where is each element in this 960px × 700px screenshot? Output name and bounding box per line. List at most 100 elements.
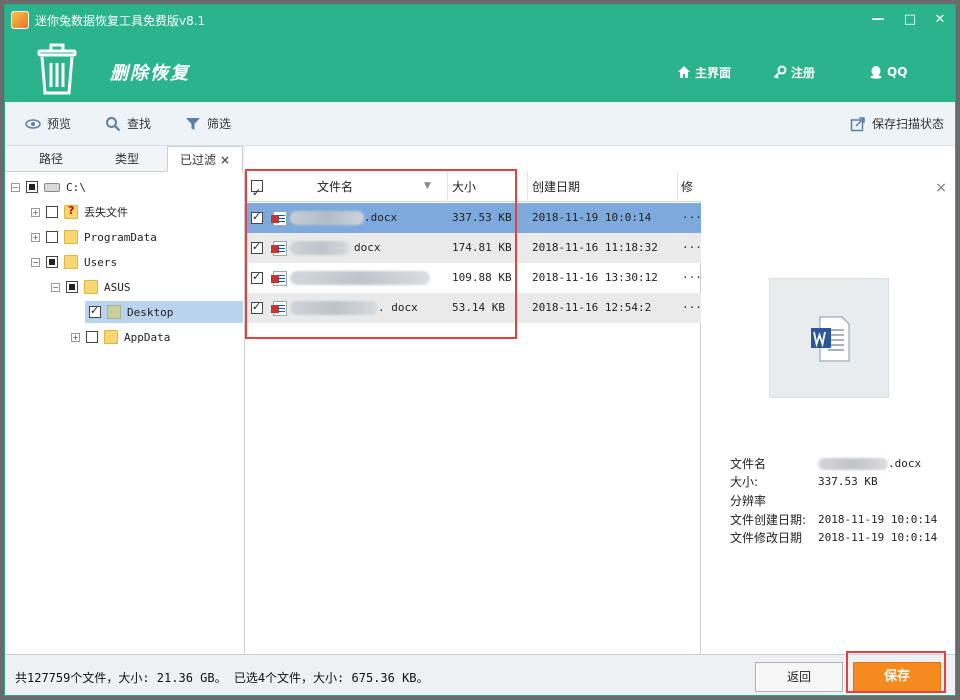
tab-bar: 路径 类型 已过滤 × (5, 146, 245, 172)
row-checkbox[interactable] (251, 300, 263, 314)
tab-path[interactable]: 路径 (13, 146, 89, 172)
tab-close-icon[interactable]: × (220, 153, 230, 167)
col-modified-label: 修 (681, 180, 694, 194)
table-row[interactable]: 109.88 KB 2018-11-16 13:30:12 ··· (246, 263, 702, 293)
tree-label: 丢失文件 (84, 206, 128, 219)
preview-button[interactable]: 预览 (25, 115, 71, 132)
row-checkbox[interactable] (251, 270, 263, 284)
info-resolution-label: 分辨率 (730, 494, 767, 508)
word-document-icon (811, 316, 850, 362)
search-icon (106, 116, 121, 131)
page-title: 删除恢复 (110, 63, 190, 84)
info-modified-value: 2018-11-19 10:0:14 (818, 531, 938, 544)
col-name[interactable]: 文件名 ▼ (246, 171, 448, 208)
redacted-filename (290, 211, 364, 225)
tree-label: AppData (124, 330, 171, 344)
tab-filtered[interactable]: 已过滤 × (167, 146, 243, 172)
info-modified: 文件修改日期 2018-11-19 10:0:14 (730, 529, 937, 547)
row-more[interactable]: ··· (682, 233, 702, 263)
col-modified[interactable]: 修 (678, 172, 701, 202)
tree-checkbox[interactable] (86, 331, 98, 343)
expand-icon[interactable]: + (71, 332, 80, 342)
preview-close-icon[interactable]: × (935, 180, 947, 196)
tree-node-lost-files[interactable]: + ? 丢失文件 (31, 201, 128, 223)
nav-qq[interactable]: QQ (869, 63, 907, 81)
nav-register[interactable]: 注册 (773, 63, 815, 81)
info-size-label: 大小: (730, 475, 759, 489)
tree-label: ProgramData (84, 230, 157, 244)
redacted-filename (290, 241, 350, 255)
row-more[interactable]: ··· (682, 263, 702, 293)
row-size: 109.88 KB (452, 271, 512, 284)
col-created-label: 创建日期 (532, 180, 581, 194)
col-created[interactable]: 创建日期 (528, 172, 678, 202)
tab-type-label: 类型 (114, 152, 139, 166)
list-header: 文件名 ▼ 大小 创建日期 修 (246, 171, 701, 208)
eye-icon (25, 118, 41, 129)
tree-node-appdata[interactable]: + AppData (71, 326, 170, 348)
row-size: 337.53 KB (452, 211, 512, 224)
nav-home[interactable]: 主界面 (677, 63, 731, 81)
minimize-button[interactable]: — (869, 11, 887, 29)
expand-icon[interactable]: + (31, 232, 40, 242)
info-size-value: 337.53 KB (818, 475, 878, 488)
select-all-checkbox[interactable] (251, 178, 263, 208)
table-row[interactable]: . docx 53.14 KB 2018-11-16 12:54:2 ··· (246, 293, 702, 323)
toolbar: 预览 查找 筛选 保存扫描状态 (5, 102, 955, 146)
folder-icon (104, 330, 118, 344)
row-size: 174.81 KB (452, 241, 512, 254)
word-file-icon (271, 241, 287, 256)
col-size[interactable]: 大小 (448, 172, 528, 202)
tree-node-users[interactable]: − Users (31, 251, 117, 273)
tree-label: C:\ (66, 180, 86, 194)
tree-checkbox[interactable] (26, 181, 38, 193)
expand-icon[interactable]: + (31, 207, 40, 217)
row-more[interactable]: ··· (682, 203, 702, 233)
row-size: 53.14 KB (452, 301, 505, 314)
tab-type[interactable]: 类型 (89, 146, 165, 172)
info-size: 大小: 337.53 KB (730, 473, 878, 491)
tree-checkbox[interactable] (89, 304, 101, 318)
app-window: 迷你兔数据恢复工具免费版v8.1 — □ ✕ 删除恢复 主界面 注册 QQ 预览… (4, 4, 956, 696)
close-button[interactable]: ✕ (931, 11, 949, 29)
folder-icon (64, 230, 78, 244)
save-button[interactable]: 保存 (853, 662, 941, 692)
tree-node-programdata[interactable]: + ProgramData (31, 226, 157, 248)
search-button[interactable]: 查找 (105, 115, 151, 132)
tree-node-asus[interactable]: − ASUS (51, 276, 131, 298)
row-more[interactable]: ··· (682, 293, 702, 323)
app-logo-icon (11, 11, 29, 29)
info-filename-suffix: .docx (888, 457, 922, 470)
collapse-icon[interactable]: − (51, 282, 60, 292)
collapse-icon[interactable]: − (11, 182, 20, 192)
save-scan-label: 保存扫描状态 (872, 117, 945, 131)
table-row[interactable]: docx 174.81 KB 2018-11-16 11:18:32 ··· (246, 233, 702, 263)
sort-desc-icon[interactable]: ▼ (424, 171, 431, 201)
tab-filtered-label: 已过滤 (179, 153, 216, 167)
tree-node-drive[interactable]: − C:\ (11, 176, 86, 198)
header-bar: 删除恢复 主界面 注册 QQ (5, 35, 955, 102)
row-created: 2018-11-16 13:30:12 (532, 271, 658, 284)
tree-checkbox[interactable] (46, 256, 58, 268)
tree-checkbox[interactable] (66, 281, 78, 293)
row-checkbox[interactable] (251, 210, 263, 224)
preview-panel: × 文件名 .docx 大小: 337.53 KB 分辨率 文件创建日期: 20… (702, 172, 955, 654)
tree-node-desktop[interactable]: Desktop (85, 301, 243, 323)
tree-checkbox[interactable] (46, 231, 58, 243)
collapse-icon[interactable]: − (31, 257, 40, 267)
row-checkbox[interactable] (251, 240, 263, 254)
key-icon (773, 65, 787, 79)
status-summary: 共127759个文件，大小: 21.36 GB。 已选4个文件，大小: 675.… (15, 671, 429, 685)
back-button[interactable]: 返回 (755, 662, 843, 692)
save-scan-button[interactable]: 保存扫描状态 (850, 115, 944, 132)
maximize-button[interactable]: □ (901, 11, 919, 29)
folder-tree: − C:\ + ? 丢失文件 + ProgramData − Users − A… (5, 172, 245, 654)
tree-checkbox[interactable] (46, 206, 58, 218)
info-resolution: 分辨率 (730, 492, 818, 510)
info-created: 文件创建日期: 2018-11-19 10:0:14 (730, 511, 937, 529)
redacted-filename (818, 458, 888, 470)
export-icon (850, 116, 865, 131)
table-row[interactable]: .docx 337.53 KB 2018-11-19 10:0:14 ··· (246, 203, 702, 233)
preview-thumbnail (769, 278, 889, 398)
filter-button[interactable]: 筛选 (185, 115, 231, 132)
